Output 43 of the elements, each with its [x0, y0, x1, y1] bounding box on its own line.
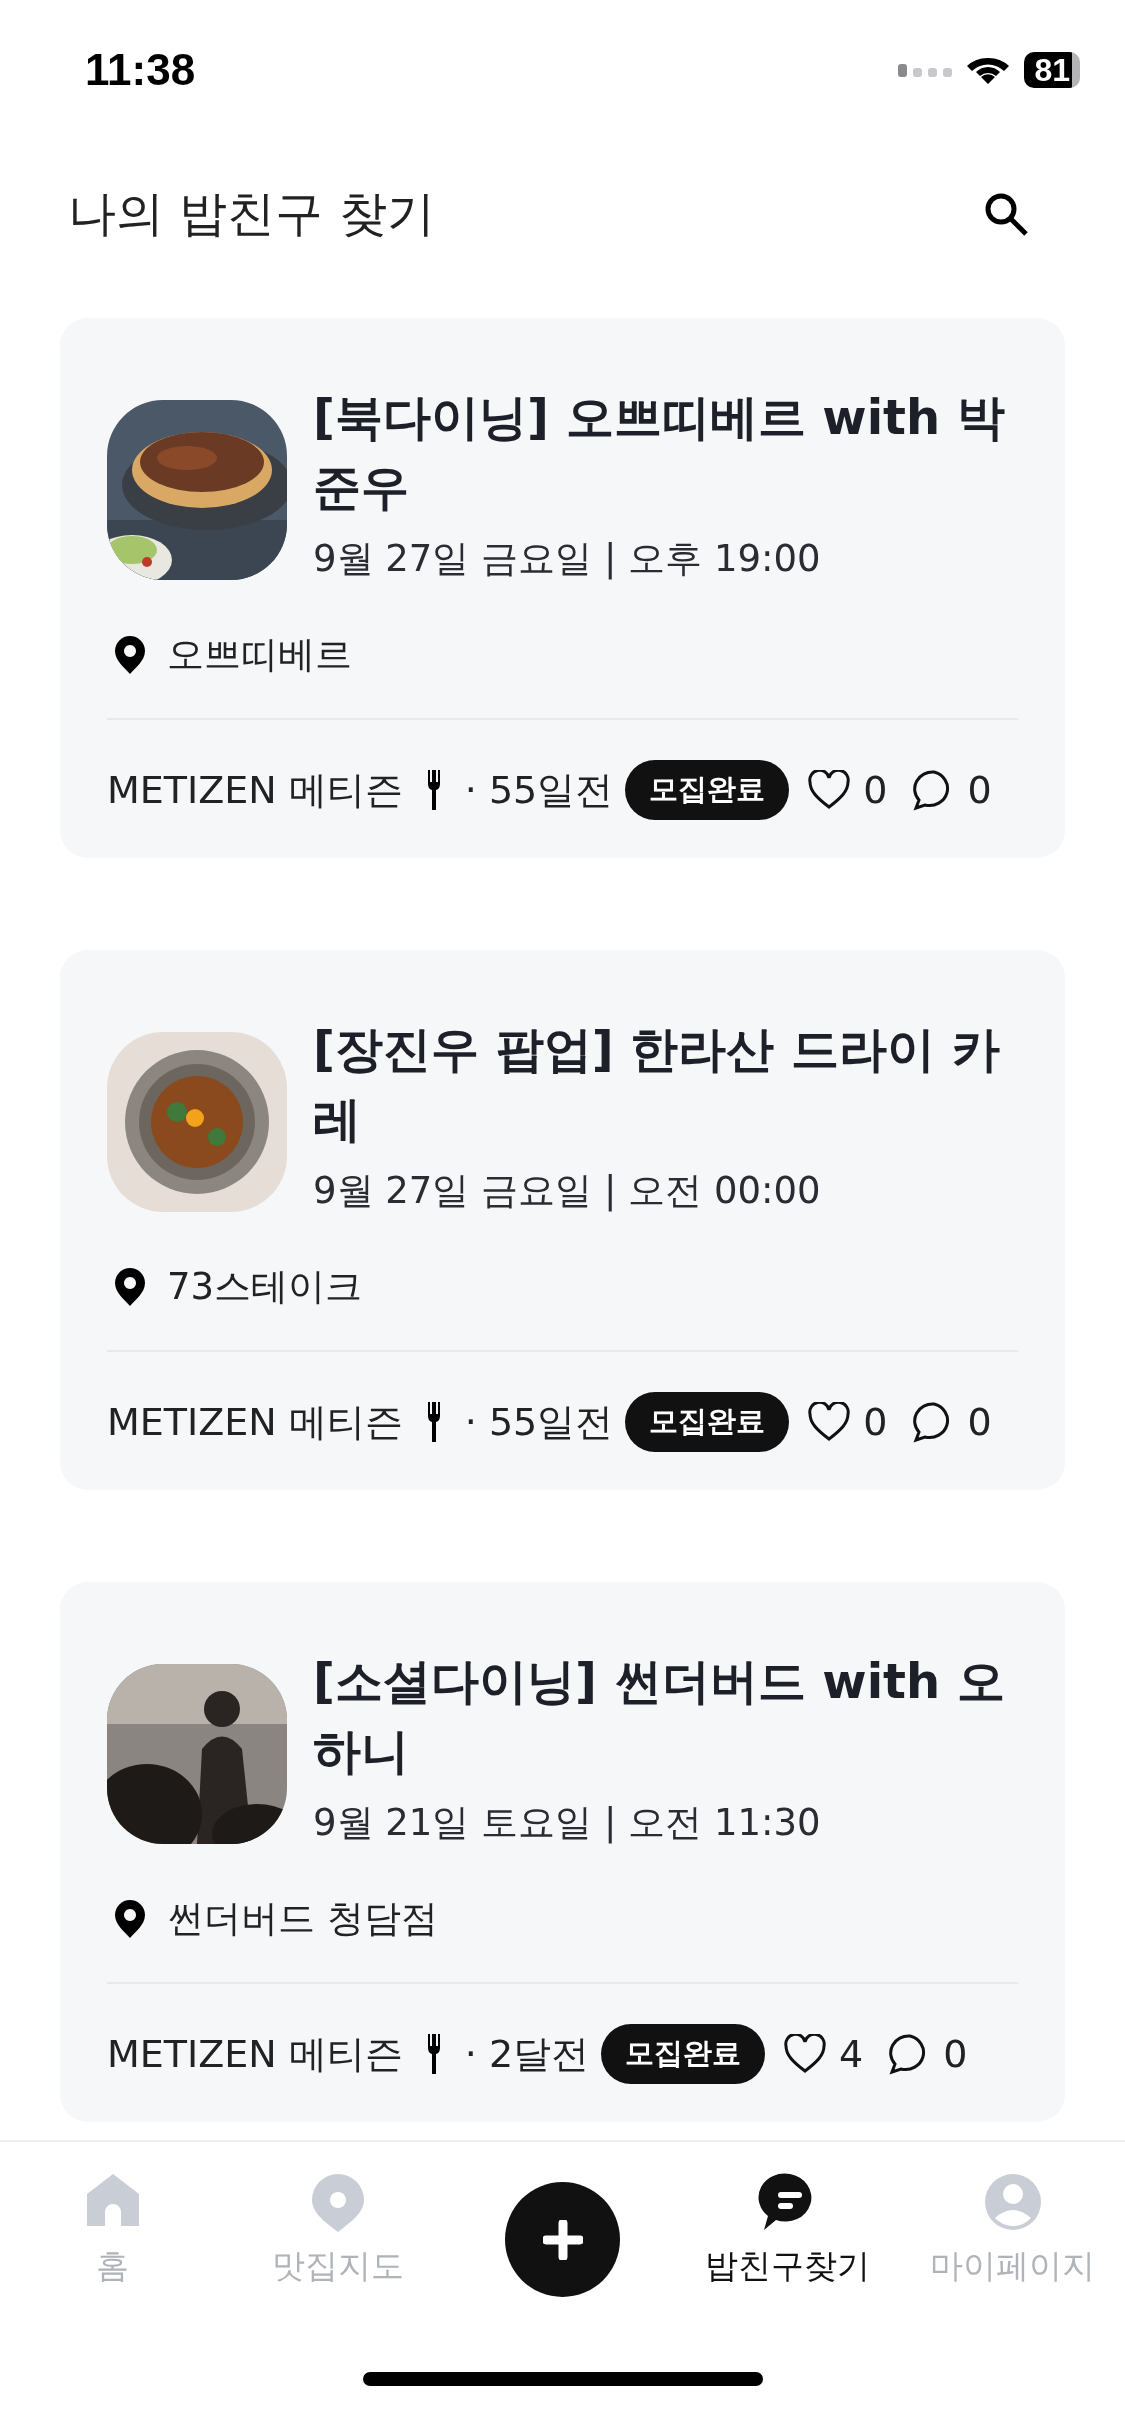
location-pin-icon	[115, 1268, 145, 1306]
status-badge: 모집완료	[601, 2024, 766, 2084]
like-count: 0	[863, 1400, 888, 1444]
author-name: METIZEN 메티즌	[107, 1398, 403, 1446]
heart-icon[interactable]	[807, 770, 852, 810]
comment-count: 0	[967, 768, 992, 812]
location-pin-icon	[115, 1900, 145, 1938]
author-name: METIZEN 메티즌	[107, 2030, 403, 2078]
status-time: 11:38	[85, 45, 196, 95]
location-pin-icon	[115, 636, 145, 674]
post-card[interactable]: [장진우 팝업] 한라산 드라이 카레 9월 27일 금요일 | 오전 00:00 73스테이크 METIZEN 메티즌 · 55일전 모집완료 0 0	[60, 950, 1065, 1490]
profile-icon	[982, 2172, 1043, 2232]
fork-icon	[426, 770, 441, 810]
post-age: · 55일전	[464, 1398, 614, 1446]
location-name: 73스테이크	[167, 1264, 363, 1310]
post-age: · 55일전	[464, 766, 614, 814]
like-count: 0	[863, 768, 888, 812]
like-count: 4	[839, 2032, 864, 2076]
plus-icon	[542, 2219, 583, 2260]
status-badge: 모집완료	[625, 760, 790, 820]
post-card[interactable]: [소셜다이닝] 썬더버드 with 오하니 9월 21일 토요일 | 오전 11:30 썬더버드 청담점 METIZEN 메티즌 · 2달전 모집완료 4 0	[60, 1582, 1065, 2122]
tab-item[interactable]: 밥친구찾기	[705, 2172, 870, 2289]
post-date: 9월 21일 토요일 | 오전 11:30	[313, 1800, 822, 1846]
page-title: 나의 밥친구 찾기	[68, 184, 435, 243]
post-title: [장진우 팝업] 한라산 드라이 카레	[313, 1020, 1001, 1149]
status-badge: 모집완료	[625, 1392, 790, 1452]
fork-icon	[426, 1402, 441, 1442]
comment-count: 0	[943, 2032, 968, 2076]
post-date: 9월 27일 금요일 | 오전 00:00	[313, 1168, 822, 1214]
heart-icon[interactable]	[807, 1402, 852, 1442]
signal-icon	[898, 62, 953, 78]
author-name: METIZEN 메티즌	[107, 766, 403, 814]
location-name: 썬더버드 청담점	[167, 1896, 438, 1942]
heart-icon[interactable]	[783, 2034, 828, 2074]
post-title: [북다이닝] 오쁘띠베르 with 박준우	[313, 388, 1006, 517]
location-name: 오쁘띠베르	[167, 632, 352, 678]
post-date: 9월 27일 금요일 | 오후 19:00	[313, 536, 822, 582]
post-title: [소셜다이닝] 썬더버드 with 오하니	[313, 1652, 1006, 1781]
post-card[interactable]: [북다이닝] 오쁘띠베르 with 박준우 9월 27일 금요일 | 오후 19:00 오쁘띠베르 METIZEN 메티즌 · 55일전 모집완료 0 0	[60, 318, 1065, 858]
battery-icon: 81	[1024, 52, 1080, 88]
post-age: · 2달전	[464, 2030, 590, 2078]
fork-icon	[426, 2034, 441, 2074]
comment-count: 0	[967, 1400, 992, 1444]
